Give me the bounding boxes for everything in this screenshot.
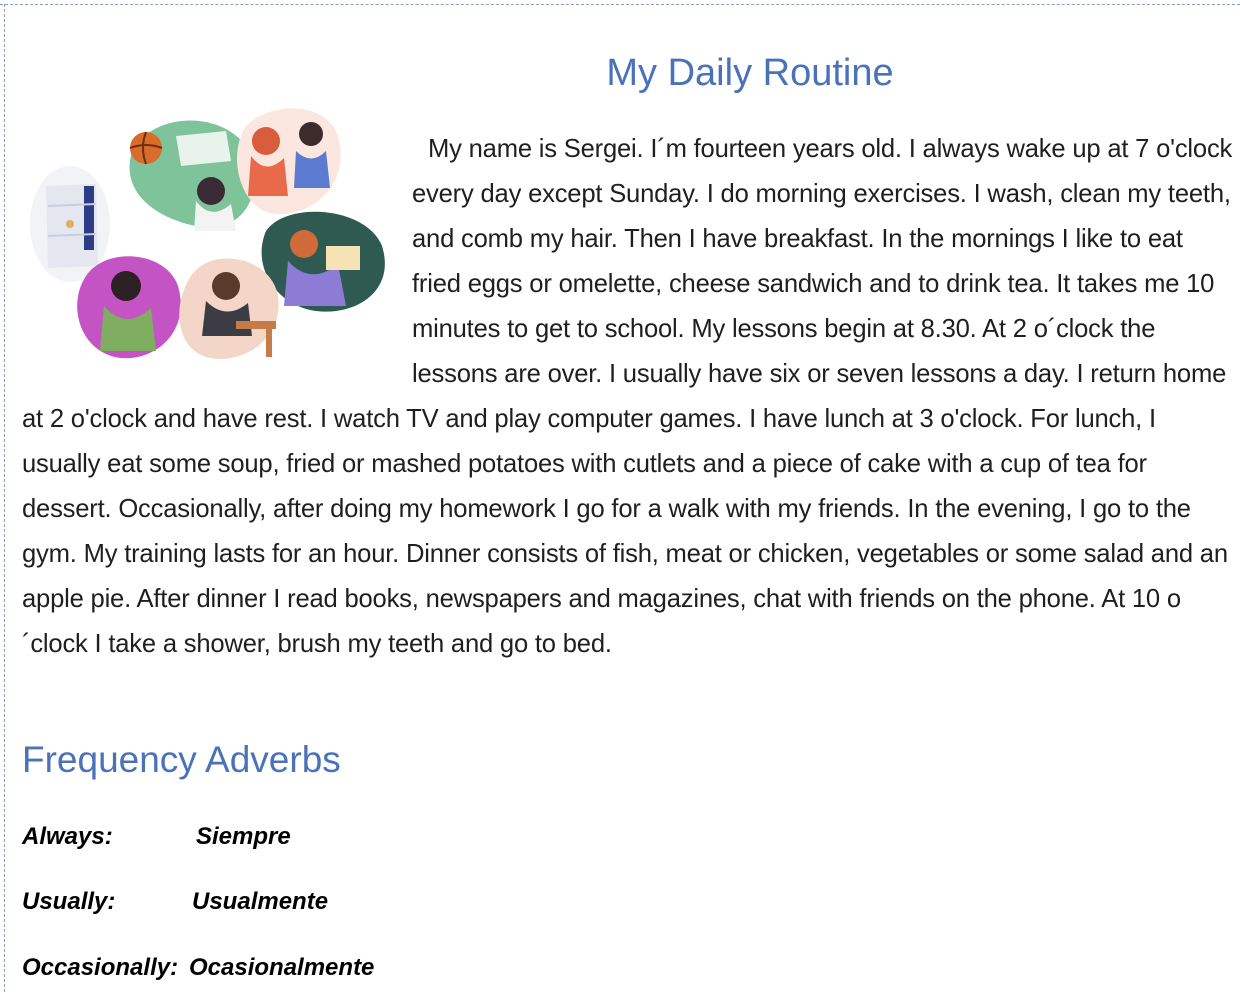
- adverb-english: Usually:: [22, 888, 116, 915]
- adverb-english: Occasionally:: [22, 954, 179, 981]
- adverb-row: Always: Siempre: [22, 822, 291, 852]
- page-border-left: [4, 4, 5, 992]
- section-title: Frequency Adverbs: [22, 739, 341, 780]
- routine-paragraph: My name is Sergei. I´m fourteen years ol…: [22, 127, 1238, 667]
- page-border-top: [0, 4, 1240, 5]
- adverb-spanish: Ocasionalmente: [189, 954, 375, 981]
- adverb-row: Usually: Usualmente: [22, 887, 328, 917]
- adverb-spanish: Siempre: [196, 823, 291, 850]
- adverb-spanish: Usualmente: [192, 888, 329, 915]
- document-page: My Daily Routine My name is Sergei. I´m …: [0, 0, 1240, 992]
- adverb-row: Occasionally: Ocasionalmente: [22, 953, 374, 983]
- adverb-english: Always:: [22, 823, 113, 850]
- page-title: My Daily Routine: [606, 52, 894, 94]
- illustration-spacer: [22, 127, 412, 397]
